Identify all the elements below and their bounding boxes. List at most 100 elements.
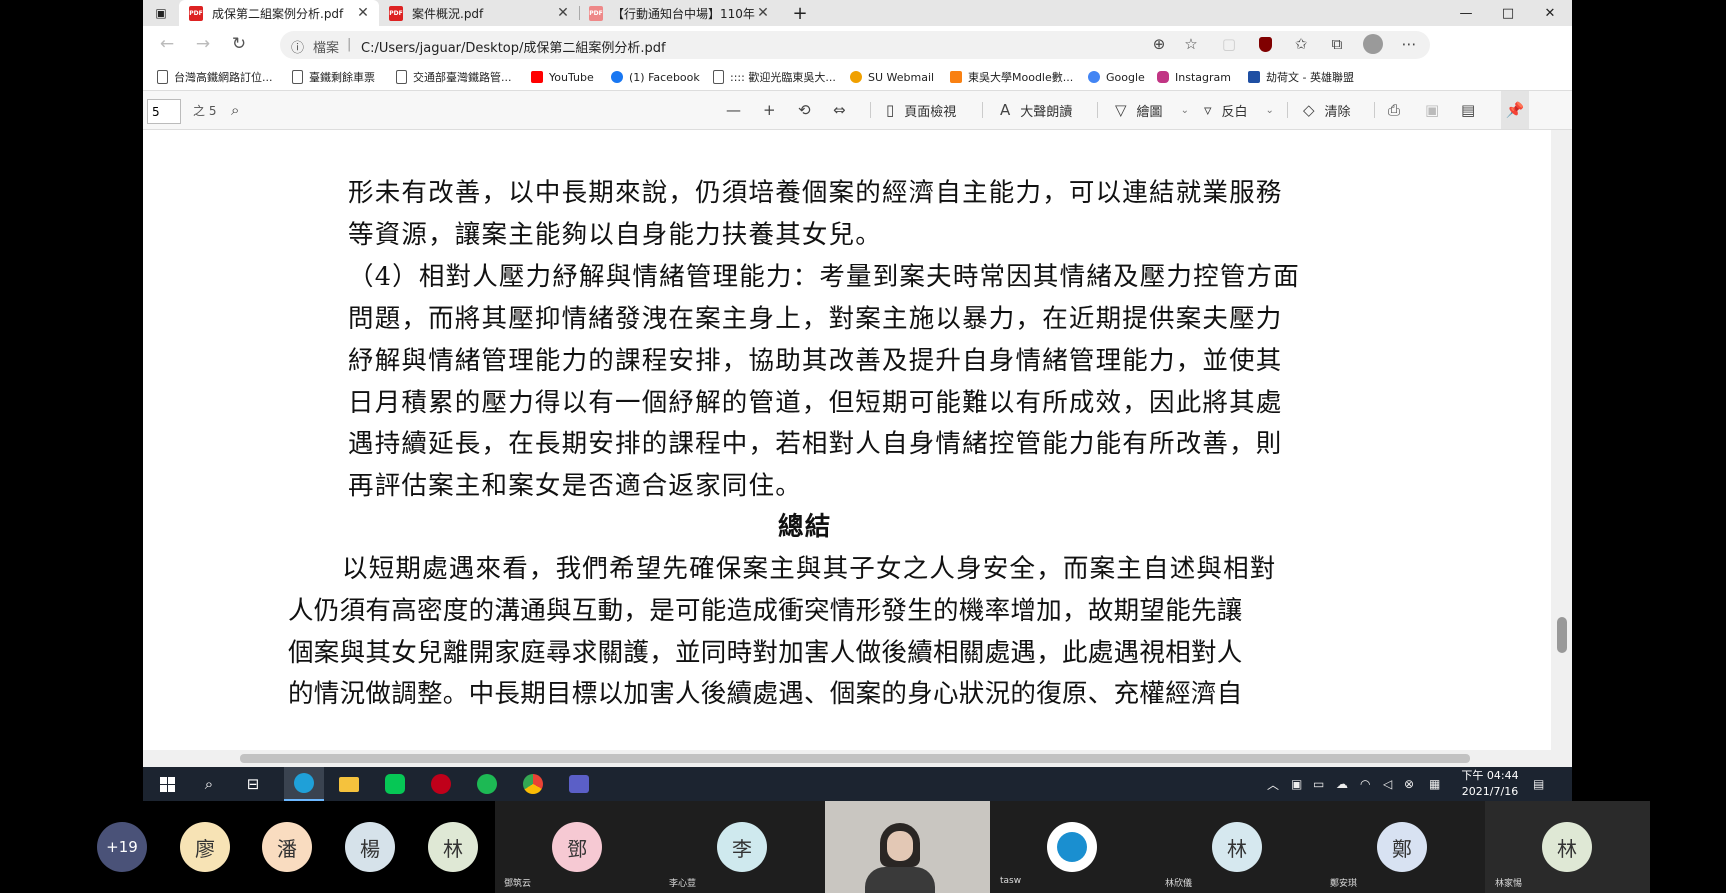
forward-button[interactable]: → [189, 30, 217, 58]
bookmark-google[interactable]: Google [1088, 64, 1145, 90]
page-view-label: 頁面檢視 [904, 104, 957, 120]
tab-notice[interactable]: PDF 【行動通知台中場】110年全國家 ✕ [579, 0, 779, 26]
volume-icon[interactable]: ◁ [1383, 767, 1392, 801]
tray-app-icon[interactable]: ▣ [1291, 767, 1302, 801]
save-icon[interactable]: ▣ [1425, 91, 1439, 129]
zoom-icon[interactable]: ⊕ [1147, 32, 1171, 56]
tray-notice-icon[interactable]: ▦ [1429, 767, 1440, 801]
tab-label: 成保第二組案例分析.pdf [212, 6, 344, 21]
browser-window: ▣ PDF 成保第二組案例分析.pdf ✕ PDF 案件概況.pdf ✕ PDF… [143, 0, 1572, 767]
instagram-icon [1157, 71, 1169, 83]
youtube-icon [531, 71, 543, 83]
bookmark-label: :::: 歡迎光臨東吳大... [730, 71, 836, 84]
close-tab-icon[interactable]: ✕ [555, 5, 571, 21]
doc-line: 問題，而將其壓抑情緒發洩在案主身上，對案主施以暴力，在近期提供案夫壓力 [348, 304, 1283, 334]
webmail-icon [850, 71, 862, 83]
search-icon[interactable]: ⌕ [231, 91, 239, 129]
tray-expand-icon[interactable]: ︿ [1267, 767, 1279, 801]
start-icon[interactable] [152, 767, 182, 801]
close-window-button[interactable]: ✕ [1529, 0, 1571, 26]
more-menu-icon[interactable]: ⋯ [1397, 32, 1421, 56]
bookmark-thsr[interactable]: 台灣高鐵網路訂位... [157, 64, 273, 90]
doc-line: 紓解與情緒管理能力的課程安排，協助其改善及提升自身情緒管理能力，並使其 [348, 346, 1283, 376]
spotify-icon[interactable] [470, 767, 504, 801]
zoom-in-button[interactable]: + [763, 91, 776, 129]
participant-video-tile[interactable] [825, 801, 990, 893]
participant-name: 林欣儀 [1165, 879, 1193, 889]
back-button[interactable]: ← [153, 30, 181, 58]
page-total: 之 5 [193, 103, 217, 118]
pin-toolbar-icon[interactable]: 📌 [1501, 91, 1529, 129]
bookmark-tra-tickets[interactable]: 臺鐵剩餘車票 [292, 64, 375, 90]
favorites-icon[interactable]: ✩ [1289, 32, 1313, 56]
read-aloud-button[interactable]: A 大聲朗讀 [1000, 91, 1072, 129]
line-icon[interactable] [378, 767, 412, 801]
refresh-button[interactable]: ↻ [225, 30, 253, 58]
participant-avatar[interactable]: 林 [428, 822, 478, 872]
participant-name: 鄧筑云 [504, 879, 532, 889]
vertical-scrollbar[interactable] [1551, 130, 1572, 750]
highlight-button[interactable]: ▿ 反白 ⌄ [1204, 91, 1274, 129]
participant-avatar[interactable]: 廖 [180, 822, 230, 872]
vertical-scroll-thumb[interactable] [1557, 617, 1567, 653]
more-participants-button[interactable]: +19 [97, 822, 147, 872]
save-as-icon[interactable]: ▤ [1461, 91, 1475, 129]
favorite-add-icon[interactable]: ☆ [1179, 32, 1203, 56]
edge-icon[interactable] [284, 767, 324, 801]
draw-label: 繪圖 [1136, 104, 1163, 120]
url-text[interactable]: C:/Users/jaguar/Desktop/成保第二組案例分析.pdf [361, 37, 666, 56]
erase-button[interactable]: ◇ 清除 [1303, 91, 1351, 129]
info-icon[interactable]: ⓘ [291, 37, 304, 56]
participant-avatar[interactable]: 潘 [262, 822, 312, 872]
page-number-input[interactable]: 5 [147, 99, 181, 124]
draw-icon: ▽ [1115, 101, 1127, 119]
rotate-icon[interactable]: ⟲ [798, 91, 811, 129]
bookmark-label: 劫荷文 - 英雄聯盟 [1266, 71, 1354, 84]
taskbar-clock[interactable]: 下午 04:44 2021/7/16 [1460, 767, 1520, 801]
new-tab-button[interactable]: + [786, 0, 814, 26]
teams-icon[interactable] [562, 767, 596, 801]
task-view-icon[interactable]: ⊟ [238, 767, 268, 801]
bookmark-instagram[interactable]: Instagram [1157, 64, 1231, 90]
tab-case-overview[interactable]: PDF 案件概況.pdf ✕ [379, 0, 579, 26]
tray-status-icon[interactable]: ⊗ [1404, 767, 1414, 801]
draw-button[interactable]: ▽ 繪圖 ⌄ [1115, 91, 1189, 129]
extension-icon[interactable]: ▢ [1217, 32, 1241, 56]
horizontal-scroll-thumb[interactable] [240, 754, 1470, 763]
zoom-out-button[interactable]: — [726, 91, 741, 129]
wifi-icon[interactable]: ◠ [1360, 767, 1370, 801]
fit-page-icon[interactable]: ⇔ [833, 91, 846, 129]
tab-case-analysis[interactable]: PDF 成保第二組案例分析.pdf ✕ [179, 0, 379, 26]
bookmark-su-webmail[interactable]: SU Webmail [850, 64, 934, 90]
profile-avatar[interactable] [1361, 32, 1385, 56]
bookmark-youtube[interactable]: YouTube [531, 64, 594, 90]
game-app-icon[interactable] [424, 767, 458, 801]
bookmark-facebook[interactable]: (1) Facebook [611, 64, 700, 90]
maximize-button[interactable]: □ [1487, 0, 1529, 26]
chevron-down-icon[interactable]: ⌄ [1181, 105, 1189, 116]
close-tab-icon[interactable]: ✕ [355, 5, 371, 21]
bookmark-lol[interactable]: 劫荷文 - 英雄聯盟 [1248, 64, 1354, 90]
toolbar-divider [870, 102, 871, 118]
chrome-icon[interactable] [516, 767, 550, 801]
close-tab-icon[interactable]: ✕ [755, 5, 771, 21]
minimize-button[interactable]: — [1445, 0, 1487, 26]
participant-avatar: 林 [1212, 822, 1262, 872]
bookmark-scu[interactable]: :::: 歡迎光臨東吳大... [713, 64, 836, 90]
battery-icon[interactable]: ▭ [1313, 767, 1324, 801]
address-divider: | [347, 37, 352, 52]
bookmark-moodle[interactable]: 東吳大學Moodle數... [950, 64, 1073, 90]
file-explorer-icon[interactable] [332, 767, 366, 801]
participant-avatar[interactable]: 楊 [345, 822, 395, 872]
onedrive-icon[interactable]: ☁ [1336, 767, 1348, 801]
tab-actions-icon[interactable]: ▣ [147, 0, 175, 26]
print-icon[interactable]: ⎙ [1388, 91, 1400, 129]
pdf-icon: PDF [589, 5, 603, 21]
search-icon[interactable]: ⌕ [194, 767, 224, 801]
chevron-down-icon[interactable]: ⌄ [1266, 105, 1274, 116]
notifications-icon[interactable]: ▤ [1533, 767, 1544, 801]
ublock-icon[interactable] [1253, 32, 1277, 56]
bookmark-tra[interactable]: 交通部臺灣鐵路管... [396, 64, 512, 90]
page-view-button[interactable]: ▯ 頁面檢視 [886, 91, 956, 129]
collections-icon[interactable]: ⧉ [1325, 32, 1349, 56]
